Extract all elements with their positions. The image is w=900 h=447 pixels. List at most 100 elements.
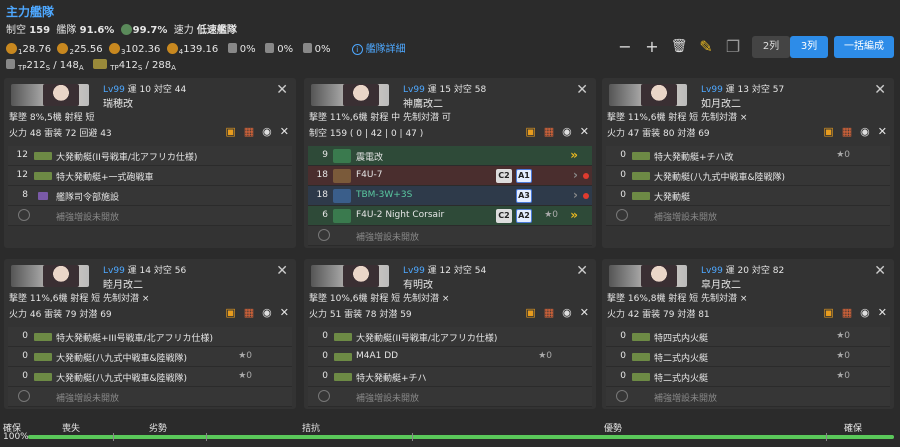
close-icon[interactable]: ✕: [280, 125, 289, 138]
proficiency-icon: »: [570, 148, 578, 162]
remove-ship-icon[interactable]: −: [616, 38, 634, 56]
close-icon[interactable]: ✕: [276, 82, 288, 98]
col2-button[interactable]: 2列: [752, 36, 790, 58]
eye-icon[interactable]: ◉: [262, 306, 272, 319]
equip-slot[interactable]: 0 M4A1 DD ★0: [308, 347, 592, 367]
ship-card: Lv99 運 20 対空 82 皐月改二 ✕ 撃墜 16%,8機 射程 短 先制…: [602, 259, 894, 409]
close-icon[interactable]: ✕: [878, 125, 887, 138]
tp-stats: TP212S / 148A TP412S / 288A: [6, 59, 176, 72]
supply-icon[interactable]: ▣: [225, 306, 235, 319]
ship-banner[interactable]: [311, 265, 389, 287]
close-icon[interactable]: ✕: [874, 82, 886, 98]
ship-banner[interactable]: [11, 84, 89, 106]
ship-banner[interactable]: [609, 84, 687, 106]
expansion-slot: 補強増設未開放: [8, 206, 292, 226]
los-icon: [57, 43, 69, 54]
ship-card: Lv99 運 12 対空 54 有明改 ✕ 撃墜 10%,6機 射程 短 先制対…: [304, 259, 596, 409]
close-icon[interactable]: ✕: [576, 82, 588, 98]
ship-level: Lv99 運 10 対空 44: [103, 85, 187, 95]
expansion-slot: 補強増設未開放: [606, 206, 890, 226]
close-icon[interactable]: ✕: [276, 263, 288, 279]
ship-banner[interactable]: [609, 265, 687, 287]
ship-name: 瑞穂改: [103, 99, 133, 110]
eye-icon[interactable]: ◉: [562, 125, 572, 138]
trash-icon[interactable]: 🗑: [670, 38, 688, 56]
equip-slot[interactable]: 0 大発動艇(II号戦車/北アフリカ仕様): [308, 327, 592, 347]
close-icon[interactable]: ✕: [878, 306, 887, 319]
eye-icon[interactable]: ◉: [860, 306, 870, 319]
equip-slot[interactable]: 9 震電改»: [308, 146, 592, 166]
locked-icon: [318, 229, 330, 241]
equip-slot[interactable]: 0 大発動艇(八九式中戦車&陸戦隊) ★0: [8, 347, 292, 367]
equip-slot[interactable]: 0 大発動艇(八九式中戦車&陸戦隊) ★0: [8, 367, 292, 387]
locked-icon: [616, 209, 628, 221]
tp-icon: [6, 59, 15, 69]
equip-slot[interactable]: 0 大発動艇(八九式中戦車&陸戦隊): [606, 166, 890, 186]
ship-actions: ▣ ▦ ◉ ✕: [815, 125, 887, 138]
equip-slot[interactable]: 8 艦隊司令部施設: [8, 186, 292, 206]
eye-icon[interactable]: ◉: [262, 125, 272, 138]
toolbox-icon[interactable]: ▦: [244, 125, 254, 138]
equip-slot[interactable]: 12 大発動艇(II号戦車/北アフリカ仕様): [8, 146, 292, 166]
equip-slot[interactable]: 12 特大発動艇+一式砲戦車: [8, 166, 292, 186]
equip-slot[interactable]: 6 F4U-2 Night Corsair C2 A2 ★0»: [308, 206, 592, 226]
close-icon[interactable]: ✕: [580, 306, 589, 319]
fleet-view: 主力艦隊 制空 159 艦隊 91.6% 99.7% 速力 低速艦隊 128.7…: [0, 0, 900, 447]
bulk-formation-button[interactable]: 一括編成: [834, 36, 894, 58]
ship-aa-info: 撃墜 10%,6機 射程 短 先制対潜 ×: [309, 294, 450, 304]
close-icon[interactable]: ✕: [280, 306, 289, 319]
ship-banner[interactable]: [311, 84, 389, 106]
col3-button[interactable]: 3列: [790, 36, 828, 58]
proficiency-icon: »: [570, 208, 578, 222]
close-icon[interactable]: ✕: [576, 263, 588, 279]
ship-banner[interactable]: [11, 265, 89, 287]
close-icon[interactable]: ✕: [580, 125, 589, 138]
copy-icon[interactable]: ❐: [724, 38, 742, 56]
proficiency-icon: ›: [573, 168, 578, 182]
supply-icon[interactable]: ▣: [823, 306, 833, 319]
expansion-slot: 補強増設未開放: [8, 387, 292, 407]
air-superiority-bar: [28, 435, 894, 439]
ship-name: 神鷹改二: [403, 99, 443, 110]
fleet-stats: 制空 159 艦隊 91.6% 99.7% 速力 低速艦隊: [6, 24, 237, 36]
ship-level: Lv99 運 15 対空 58: [403, 85, 487, 95]
equip-slot[interactable]: 18 TBM-3W+3S A3 ›: [308, 186, 592, 206]
ship-stats: 火力 47 雷装 80 対潜 69: [607, 129, 710, 139]
expansion-slot: 補強増設未開放: [308, 387, 592, 407]
toolbox-icon[interactable]: ▦: [244, 306, 254, 319]
ship-level: Lv99 運 20 対空 82: [701, 266, 785, 276]
fleet-title: 主力艦隊: [6, 5, 55, 19]
equip-slot[interactable]: 0 特四式内火艇 ★0: [606, 327, 890, 347]
ship-aa-info: 撃墜 8%,5機 射程 短: [9, 113, 95, 123]
ship-actions: ▣ ▦ ◉ ✕: [217, 125, 289, 138]
supply-icon[interactable]: ▣: [525, 125, 535, 138]
edit-icon[interactable]: ✎: [697, 38, 715, 56]
equip-slot[interactable]: 0 特大発動艇+III号戦車/北アフリカ仕様): [8, 327, 292, 347]
ship-level: Lv99 運 14 対空 56: [103, 266, 187, 276]
ship-name: 皐月改二: [701, 280, 741, 291]
equip-slot[interactable]: 18 F4U-7 C2 A1 ›: [308, 166, 592, 186]
ship-stats: 火力 46 雷装 79 対潜 69: [9, 310, 112, 320]
ship-aa-info: 撃墜 11%,6機 射程 短 先制対潜 ×: [9, 294, 150, 304]
ship-stats: 火力 51 雷装 78 対潜 59: [309, 310, 412, 320]
supply-icon[interactable]: ▣: [225, 125, 235, 138]
fleet-detail-link[interactable]: i 艦隊詳細: [351, 44, 406, 55]
toolbox-icon[interactable]: ▦: [842, 306, 852, 319]
ship-level: Lv99 運 13 対空 57: [701, 85, 785, 95]
toolbox-icon[interactable]: ▦: [544, 306, 554, 319]
equip-slot[interactable]: 0 特二式内火艇 ★0: [606, 347, 890, 367]
los-icon: [166, 43, 178, 54]
toolbox-icon[interactable]: ▦: [544, 125, 554, 138]
eye-icon[interactable]: ◉: [562, 306, 572, 319]
supply-icon[interactable]: ▣: [823, 125, 833, 138]
equip-slot[interactable]: 0 大発動艇: [606, 186, 890, 206]
equip-slot[interactable]: 0 特二式内火艇 ★0: [606, 367, 890, 387]
close-icon[interactable]: ✕: [874, 263, 886, 279]
ship-name: 睦月改二: [103, 280, 143, 291]
add-ship-icon[interactable]: +: [643, 38, 661, 56]
supply-icon[interactable]: ▣: [525, 306, 535, 319]
eye-icon[interactable]: ◉: [860, 125, 870, 138]
equip-slot[interactable]: 0 特大発動艇+チハ改 ★0: [606, 146, 890, 166]
equip-slot[interactable]: 0 特大発動艇+チハ: [308, 367, 592, 387]
toolbox-icon[interactable]: ▦: [842, 125, 852, 138]
